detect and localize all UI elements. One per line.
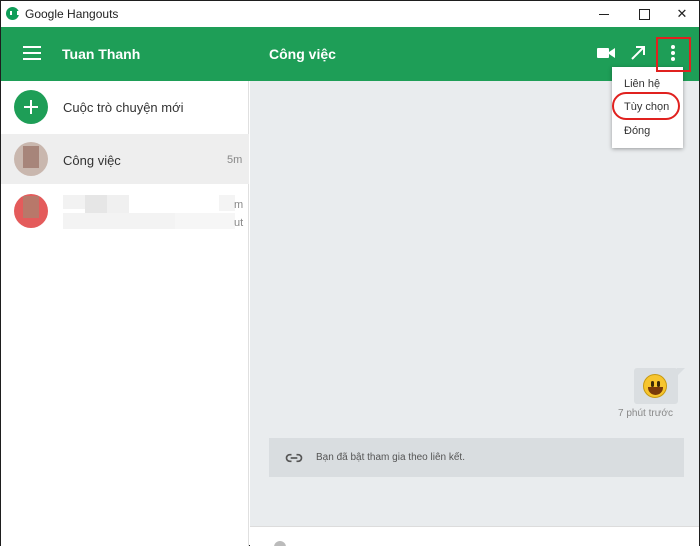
message-bubble: [634, 368, 685, 404]
annotation-box-more-button: [656, 37, 691, 72]
blurred-name: [63, 195, 85, 209]
avatar: [14, 142, 48, 176]
blurred-name: [85, 195, 107, 213]
menu-item-close[interactable]: Đóng: [624, 125, 650, 137]
conversation-sidebar: Cuộc trò chuyện mới Công việc 5m m ut: [1, 81, 249, 546]
conversation-item[interactable]: m ut: [1, 186, 249, 236]
conversation-time: m: [234, 199, 244, 211]
annotation-circle-options: [612, 92, 680, 120]
conversation-name: Công việc: [63, 153, 121, 168]
title-bar: Google Hangouts ✕: [1, 1, 699, 27]
link-icon: [285, 453, 303, 463]
message-input-area[interactable]: [250, 526, 699, 546]
app-header: Tuan Thanh Công việc: [1, 27, 699, 81]
hangouts-window: Google Hangouts ✕ Tuan Thanh Công việc C…: [0, 0, 700, 546]
window-title: Google Hangouts: [25, 7, 119, 21]
conversation-preview-tail: ut: [234, 217, 244, 229]
smiley-emoji-icon: [643, 374, 667, 398]
menu-icon[interactable]: [23, 46, 41, 60]
blurred-name: [219, 195, 235, 211]
blurred-preview: [175, 213, 235, 229]
message-time: 7 phút trước: [618, 408, 673, 419]
add-icon[interactable]: [14, 90, 48, 124]
new-conversation-row[interactable]: Cuộc trò chuyện mới: [1, 81, 249, 133]
close-button[interactable]: ✕: [665, 1, 699, 27]
maximize-button[interactable]: [627, 1, 661, 27]
conversation-time: 5m: [227, 154, 243, 166]
blurred-name: [107, 195, 129, 213]
blurred-preview: [63, 213, 175, 229]
system-message: Bạn đã bật tham gia theo liên kết.: [269, 438, 684, 477]
system-message-text: Bạn đã bật tham gia theo liên kết.: [316, 452, 465, 463]
new-conversation-label: Cuộc trò chuyện mới: [63, 100, 184, 115]
hangouts-icon: [6, 7, 19, 20]
conversation-title: Công việc: [269, 46, 336, 62]
menu-item-contacts[interactable]: Liên hệ: [624, 78, 660, 90]
user-name: Tuan Thanh: [62, 46, 141, 62]
conversation-item[interactable]: Công việc 5m: [1, 134, 249, 184]
minimize-button[interactable]: [587, 1, 621, 27]
popout-icon[interactable]: [626, 41, 650, 65]
video-icon[interactable]: [594, 41, 618, 65]
emoji-button-icon[interactable]: [274, 541, 286, 546]
avatar: [14, 194, 48, 228]
